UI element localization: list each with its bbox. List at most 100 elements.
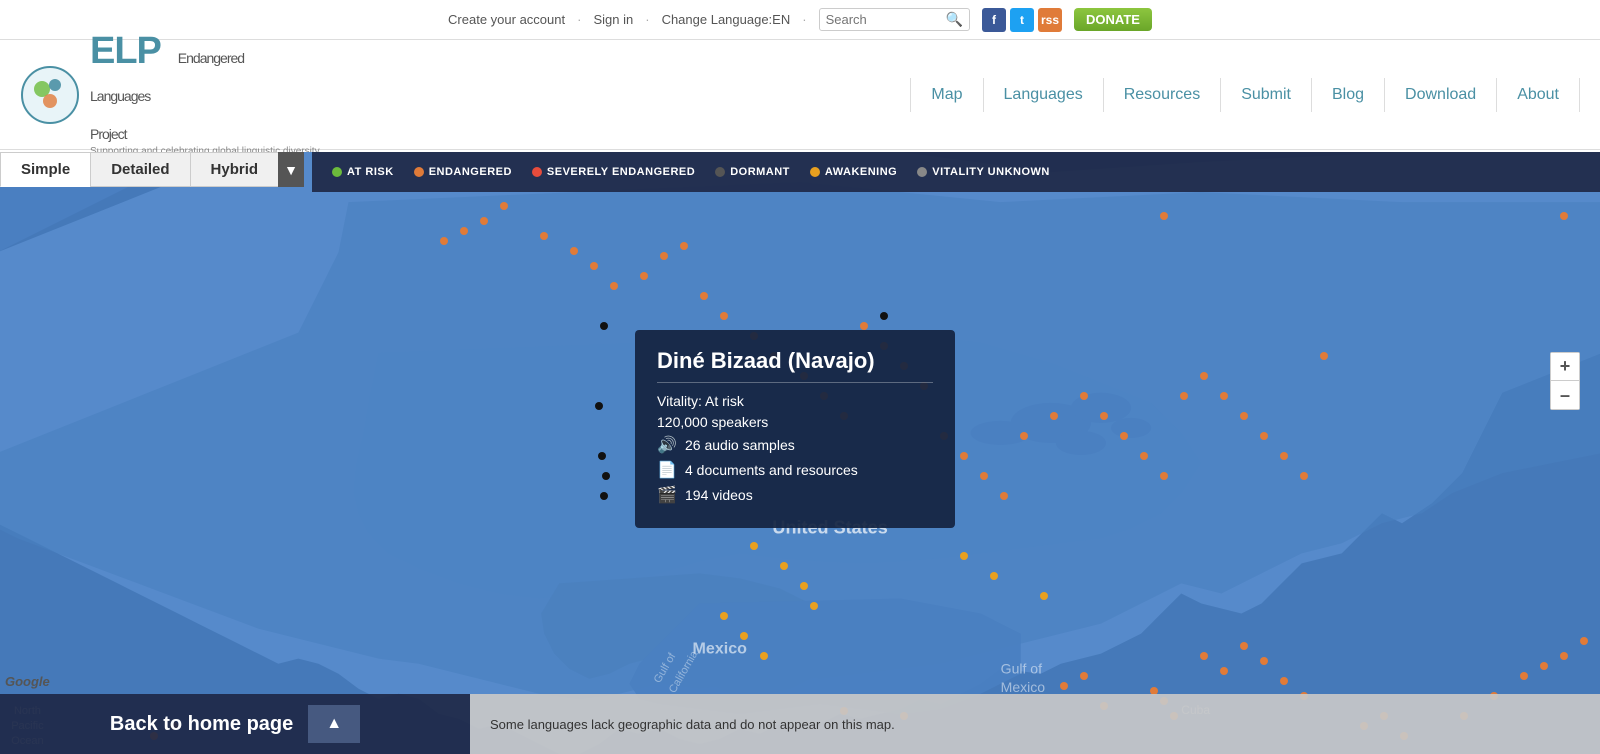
facebook-icon[interactable]: f (982, 8, 1006, 32)
lang-dot-32[interactable] (1220, 392, 1228, 400)
tab-dropdown[interactable]: ▼ (278, 152, 304, 187)
lang-dot-7[interactable] (680, 242, 688, 250)
lang-dot-a4[interactable] (810, 602, 818, 610)
nav-map[interactable]: Map (910, 78, 983, 112)
legend-label-endangered: ENDANGERED (429, 166, 512, 178)
lang-dot-25[interactable] (1080, 392, 1088, 400)
lang-dot-c3[interactable] (460, 227, 468, 235)
lang-dot-24[interactable] (1050, 412, 1058, 420)
lang-dot-31[interactable] (1200, 372, 1208, 380)
lang-dot-26[interactable] (1100, 412, 1108, 420)
rss-icon[interactable]: rss (1038, 8, 1062, 32)
lang-dot-38[interactable] (1160, 212, 1168, 220)
svg-text:Mexico: Mexico (1001, 679, 1046, 695)
video-icon: 🎬 (657, 485, 677, 505)
lang-dot-b4[interactable] (602, 472, 610, 480)
lang-dot-9[interactable] (720, 312, 728, 320)
lang-dot-36[interactable] (1300, 472, 1308, 480)
nav-submit[interactable]: Submit (1221, 78, 1312, 112)
lang-dot-b6[interactable] (880, 312, 888, 320)
nav-download[interactable]: Download (1385, 78, 1497, 112)
arrow-up-icon: ▲ (308, 705, 360, 743)
lang-dot-2[interactable] (570, 247, 578, 255)
lang-dot-23[interactable] (1020, 432, 1028, 440)
lang-dot-c2[interactable] (480, 217, 488, 225)
popup-docs-text: 4 documents and resources (685, 462, 858, 478)
lang-dot-35[interactable] (1280, 452, 1288, 460)
lang-dot-c28[interactable] (1560, 652, 1568, 660)
tab-detailed[interactable]: Detailed (90, 152, 189, 187)
lang-dot-a2[interactable] (780, 562, 788, 570)
lang-dot-6[interactable] (660, 252, 668, 260)
lang-dot-8[interactable] (700, 292, 708, 300)
lang-dot-b1[interactable] (600, 322, 608, 330)
legend-dot-endangered (414, 167, 424, 177)
lang-dot-4[interactable] (610, 282, 618, 290)
legend-severely-endangered: SEVERELY ENDANGERED (532, 166, 695, 178)
create-account-link[interactable]: Create your account (448, 12, 565, 27)
lang-dot-28[interactable] (1140, 452, 1148, 460)
sign-in-link[interactable]: Sign in (593, 12, 633, 27)
lang-dot-c26[interactable] (1520, 672, 1528, 680)
lang-dot-c19[interactable] (1280, 677, 1288, 685)
donate-button[interactable]: DONATE (1074, 8, 1152, 31)
lang-dot-37[interactable] (1320, 352, 1328, 360)
lang-dot-c18[interactable] (1260, 657, 1268, 665)
nav-about[interactable]: About (1497, 78, 1580, 112)
tab-hybrid[interactable]: Hybrid (190, 152, 279, 187)
lang-dot-a7[interactable] (1040, 592, 1048, 600)
lang-dot-29[interactable] (1160, 472, 1168, 480)
search-input[interactable] (826, 12, 946, 27)
bottom-bar: Back to home page ▲ Some languages lack … (0, 694, 1600, 754)
logo-elp-text: ELP (90, 30, 160, 72)
lang-dot-a10[interactable] (760, 652, 768, 660)
lang-dot-c10[interactable] (1080, 672, 1088, 680)
lang-dot-c15[interactable] (1200, 652, 1208, 660)
zoom-in-button[interactable]: + (1551, 353, 1579, 381)
change-language-link[interactable]: Change Language:EN (662, 12, 791, 27)
nav-blog[interactable]: Blog (1312, 78, 1385, 112)
lang-dot-30[interactable] (1180, 392, 1188, 400)
twitter-icon[interactable]: t (1010, 8, 1034, 32)
tab-simple[interactable]: Simple (0, 152, 90, 187)
back-to-home-button[interactable]: Back to home page ▲ (0, 694, 470, 754)
lang-dot-34[interactable] (1260, 432, 1268, 440)
nav-resources[interactable]: Resources (1104, 78, 1221, 112)
lang-dot-a5[interactable] (960, 552, 968, 560)
lang-dot-c4[interactable] (440, 237, 448, 245)
lang-dot-15[interactable] (860, 322, 868, 330)
lang-dot-33[interactable] (1240, 412, 1248, 420)
lang-dot-5[interactable] (640, 272, 648, 280)
lang-dot-a1[interactable] (750, 542, 758, 550)
lang-dot-c17[interactable] (1240, 642, 1248, 650)
lang-dot-a3[interactable] (800, 582, 808, 590)
nav-languages[interactable]: Languages (984, 78, 1104, 112)
lang-dot-b3[interactable] (598, 452, 606, 460)
lang-dot-3[interactable] (590, 262, 598, 270)
lang-dot-b2[interactable] (595, 402, 603, 410)
map-area[interactable]: United States Mexico North Pacific Ocean… (0, 152, 1600, 754)
legend-dot-unknown (917, 167, 927, 177)
lang-dot-a9[interactable] (740, 632, 748, 640)
google-logo: Google (5, 674, 50, 689)
lang-dot-a8[interactable] (720, 612, 728, 620)
lang-dot-22[interactable] (1000, 492, 1008, 500)
lang-dot-20[interactable] (960, 452, 968, 460)
lang-dot-tr1[interactable] (1560, 212, 1568, 220)
legend-vitality-unknown: VITALITY UNKNOWN (917, 166, 1050, 178)
lang-dot-c9[interactable] (1060, 682, 1068, 690)
svg-text:Gulf of: Gulf of (1001, 661, 1042, 677)
lang-dot-c16[interactable] (1220, 667, 1228, 675)
logo-text: ELP EndangeredLanguagesProject Supportin… (90, 32, 320, 157)
lang-dot-c29[interactable] (1580, 637, 1588, 645)
lang-dot-1[interactable] (540, 232, 548, 240)
lang-dot-27[interactable] (1120, 432, 1128, 440)
lang-dot-b5[interactable] (600, 492, 608, 500)
lang-dot-c27[interactable] (1540, 662, 1548, 670)
audio-icon: 🔊 (657, 435, 677, 455)
lang-dot-21[interactable] (980, 472, 988, 480)
zoom-out-button[interactable]: – (1551, 381, 1579, 409)
lang-dot-c1[interactable] (500, 202, 508, 210)
search-icon-button[interactable]: 🔍 (946, 11, 963, 28)
lang-dot-a6[interactable] (990, 572, 998, 580)
